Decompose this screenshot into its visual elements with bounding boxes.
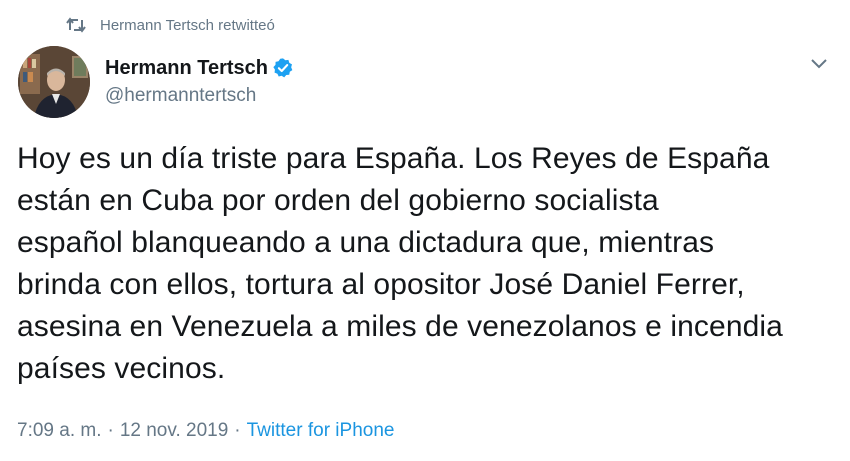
name-row: Hermann Tertsch [105,55,294,81]
tweet-time[interactable]: 7:09 a. m. [17,420,102,442]
tweet-line: Hoy es un día triste para España. Los Re… [17,142,770,175]
tweet-line: países vecinos. [17,352,226,385]
retweet-label[interactable]: Hermann Tertsch retwitteó [100,17,275,34]
retweet-context: Hermann Tertsch retwitteó [66,13,275,37]
verified-badge-icon [272,57,294,79]
tweet-meta: 7:09 a. m. · 12 nov. 2019 · Twitter for … [17,420,394,442]
tweet-line: español blanqueando a una dictadura que,… [17,226,715,259]
author-block[interactable]: Hermann Tertsch @hermanntertsch [105,55,294,107]
retweet-icon [66,16,86,34]
tweet-line: asesina en Venezuela a miles de venezola… [17,310,783,343]
avatar[interactable] [18,46,90,118]
chevron-down-icon[interactable] [810,58,828,70]
display-name[interactable]: Hermann Tertsch [105,57,268,80]
tweet-line: están en Cuba por orden del gobierno soc… [17,184,659,217]
user-handle[interactable]: @hermanntertsch [105,85,294,107]
tweet-source-link[interactable]: Twitter for iPhone [247,420,395,442]
meta-separator: · [107,420,114,441]
tweet-line: brinda con ellos, tortura al opositor Jo… [17,268,745,301]
meta-separator: · [234,420,241,441]
tweet-date[interactable]: 12 nov. 2019 [120,420,228,442]
tweet-text: Hoy es un día triste para España. Los Re… [17,138,847,390]
